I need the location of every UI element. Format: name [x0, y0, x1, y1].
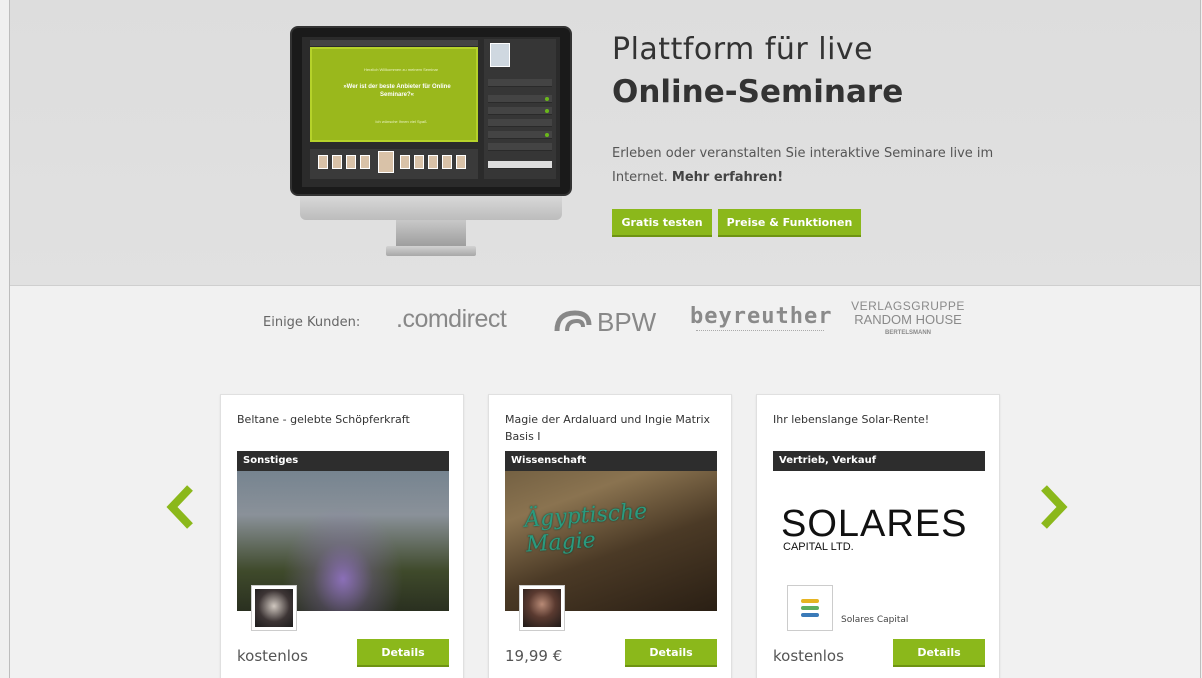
participant-row: [488, 143, 552, 151]
solares-logo-text: SOLARES: [781, 503, 968, 545]
beyreuther-logo: beyreuther: [690, 304, 833, 329]
hero-description: Erleben oder veranstalten Sie interaktiv…: [612, 142, 1032, 190]
page-frame: Herzlich Willkommen zu meinem Seminar »W…: [9, 0, 1201, 678]
presenter-photo: [490, 43, 510, 67]
host-avatar[interactable]: [787, 585, 833, 631]
participant-thumb: [346, 155, 356, 169]
participant-thumb: [428, 155, 438, 169]
monitor-screen: Herzlich Willkommen zu meinem Seminar »W…: [302, 37, 560, 187]
chevron-left-icon: [166, 485, 193, 529]
bpw-logo-text: BPW: [597, 307, 657, 337]
chevron-right-icon: [1041, 485, 1068, 529]
monitor-bezel: Herzlich Willkommen zu meinem Seminar »W…: [290, 26, 572, 196]
seminar-card[interactable]: Beltane - gelebte Schöpferkraft Sonstige…: [220, 394, 464, 678]
card-price: kostenlos: [237, 647, 308, 665]
participant-row: [488, 119, 552, 127]
screen-toolbar: [310, 40, 478, 46]
screen-footer-text: Ich wünsche Ihnen viel Spaß: [375, 119, 427, 124]
participant-row: [488, 95, 552, 103]
monitor-base: [386, 246, 476, 256]
participant-thumb: [414, 155, 424, 169]
host-avatar[interactable]: [519, 585, 565, 631]
rh-line3: BERTELSMANN: [885, 330, 931, 336]
participant-thumb: [332, 155, 342, 169]
monitor-stand: [396, 220, 466, 246]
hero-title-line2: Online-Seminare: [612, 74, 904, 110]
screen-question: »Wer ist der beste Anbieter für Online S…: [343, 84, 451, 98]
pricing-features-button[interactable]: Preise & Funktionen: [718, 209, 861, 237]
participant-thumb: [400, 155, 410, 169]
card-category: Wissenschaft: [505, 451, 717, 471]
participant-row: [488, 131, 552, 139]
card-price: kostenlos: [773, 647, 844, 665]
screen-participants-strip: [310, 149, 478, 179]
details-button[interactable]: Details: [357, 639, 449, 667]
random-house-logo: VERLAGSGRUPPE RANDOM HOUSE BERTELSMANN: [848, 300, 968, 340]
hero-title-line1: Plattform für live: [612, 32, 874, 67]
hero-section: Herzlich Willkommen zu meinem Seminar »W…: [10, 0, 1200, 286]
card-title[interactable]: Ihr lebenslange Solar-Rente!: [773, 411, 987, 428]
details-button[interactable]: Details: [625, 639, 717, 667]
bpw-mark-icon: [554, 310, 592, 332]
host-avatar[interactable]: [251, 585, 297, 631]
seminar-card[interactable]: Ihr lebenslange Solar-Rente! Vertrieb, V…: [756, 394, 1000, 678]
monitor-illustration: Herzlich Willkommen zu meinem Seminar »W…: [290, 26, 572, 262]
bpw-logo: BPW: [553, 305, 663, 337]
screen-presentation: Herzlich Willkommen zu meinem Seminar »W…: [310, 47, 478, 142]
rh-line2: RANDOM HOUSE: [854, 312, 962, 327]
participant-row: [488, 107, 552, 115]
solares-mark-icon: [791, 589, 829, 627]
beyreuther-tagline: [696, 330, 824, 332]
screen-sidebar: [484, 39, 556, 179]
participant-thumb: [318, 155, 328, 169]
free-trial-button[interactable]: Gratis testen: [612, 209, 712, 237]
card-title[interactable]: Magie der Ardaluard und Ingie Matrix Bas…: [505, 411, 719, 445]
comdirect-logo: .comdirect: [396, 305, 507, 333]
carousel-next-button[interactable]: [1034, 482, 1074, 532]
card-title[interactable]: Beltane - gelebte Schöpferkraft: [237, 411, 451, 428]
carousel-prev-button[interactable]: [160, 482, 200, 532]
card-price: 19,99 €: [505, 647, 563, 665]
participant-thumb: [360, 155, 370, 169]
card-category: Sonstiges: [237, 451, 449, 471]
chat-input: [488, 161, 552, 169]
details-button[interactable]: Details: [893, 639, 985, 667]
participant-thumb: [456, 155, 466, 169]
participant-thumb: [442, 155, 452, 169]
more-info-link[interactable]: Mehr erfahren!: [672, 170, 783, 185]
screen-welcome-text: Herzlich Willkommen zu meinem Seminar: [363, 67, 439, 72]
seminar-card[interactable]: Magie der Ardaluard und Ingie Matrix Bas…: [488, 394, 732, 678]
monitor-chin: [300, 196, 562, 220]
vendor-name[interactable]: Solares Capital: [841, 615, 908, 625]
customers-label: Einige Kunden:: [263, 315, 361, 330]
sidebar-tabs: [488, 79, 552, 87]
card-category: Vertrieb, Verkauf: [773, 451, 985, 471]
hero-description-text: Erleben oder veranstalten Sie interaktiv…: [612, 146, 994, 185]
participant-thumb: [378, 151, 394, 173]
solares-logo-subtext: CAPITAL LTD.: [783, 541, 854, 553]
